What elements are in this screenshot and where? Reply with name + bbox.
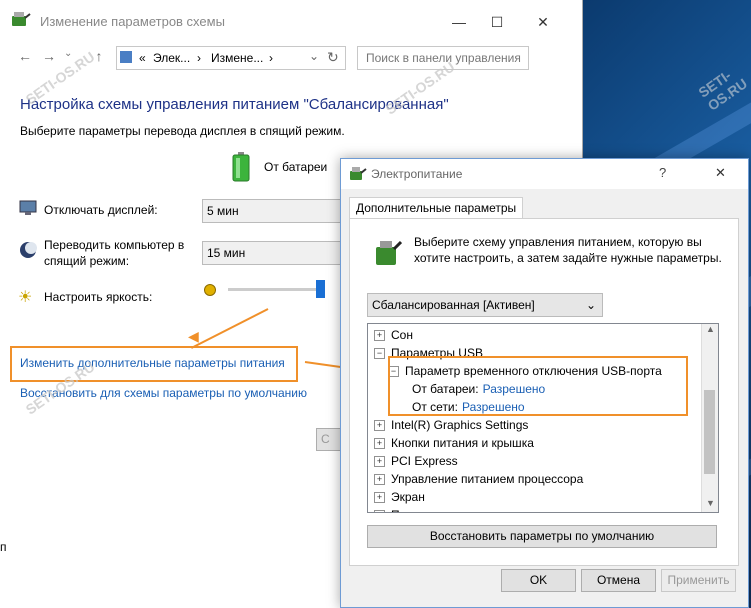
breadcrumb-prefix: « — [139, 51, 146, 65]
tree-item-label: Intel(R) Graphics Settings — [391, 418, 529, 432]
expand-icon[interactable]: + — [374, 474, 385, 486]
dialog-title: Электропитание — [371, 167, 463, 181]
tree-item[interactable]: + Кнопки питания и крышка — [374, 434, 534, 452]
settings-tree[interactable]: + Сон − Параметры USB − Параметр временного о… — [367, 323, 719, 513]
breadcrumb-item-power[interactable]: Элек... — [153, 51, 190, 65]
power-options-dialog: Электропитание ? ✕ Дополнительные параме… — [340, 158, 749, 608]
tree-item-label: Управление питанием процессора — [391, 472, 584, 486]
dialog-close-button[interactable]: ✕ — [715, 165, 726, 181]
address-dropdown-icon[interactable]: ⌄ — [309, 49, 319, 63]
address-bar[interactable]: « Элек... › Измене... › ⌄ ↻ — [116, 46, 346, 70]
cancel-button[interactable]: Отмена — [581, 569, 656, 592]
scroll-down-icon[interactable]: ▼ — [706, 498, 715, 508]
instruction-line-1: Выберите схему управления питанием, кото… — [414, 235, 702, 249]
sleep-label-line1: Переводить компьютер в — [44, 238, 185, 252]
scheme-select-value: Сбалансированная [Активен] — [372, 298, 535, 312]
power-scheme-icon — [372, 237, 403, 272]
maximize-button[interactable]: ☐ — [474, 7, 520, 37]
advanced-settings-link[interactable]: Изменить дополнительные параметры питани… — [20, 356, 285, 370]
tree-item-label: PCI Express — [391, 454, 458, 468]
expand-icon[interactable]: + — [374, 420, 385, 432]
scroll-thumb[interactable] — [704, 390, 715, 474]
ok-button[interactable]: OK — [501, 569, 576, 592]
display-off-label: Отключать дисплей: — [44, 203, 158, 217]
tree-item[interactable]: + Управление питанием процессора — [374, 470, 583, 488]
breadcrumb-separator-2: › — [269, 51, 273, 65]
tab-panel: Выберите схему управления питанием, кото… — [349, 218, 739, 566]
breadcrumb-separator: › — [197, 51, 201, 65]
tree-scrollbar[interactable]: ▲ ▼ — [701, 324, 718, 512]
scheme-select[interactable]: Сбалансированная [Активен] ⌄ — [367, 293, 603, 317]
expand-icon[interactable]: + — [374, 456, 385, 468]
brightness-icon: ☀ — [18, 289, 33, 306]
instruction-line-2: хотите настроить, а затем задайте нужные… — [414, 251, 722, 265]
close-button[interactable]: ✕ — [520, 7, 566, 37]
tab-advanced-settings[interactable]: Дополнительные параметры — [349, 197, 524, 218]
tree-item-label: Сон — [391, 328, 413, 342]
usb-highlight-frame — [388, 356, 688, 416]
back-arrow-icon[interactable]: ← — [16, 48, 34, 64]
tree-item[interactable]: + Параметры мультимедиа — [374, 506, 532, 512]
tree-item-label: Экран — [391, 490, 425, 504]
partial-left-text: п — [0, 540, 7, 554]
control-panel-icon — [120, 51, 132, 63]
restore-defaults-button[interactable]: Восстановить параметры по умолчанию — [367, 525, 717, 548]
battery-column-header: От батареи — [264, 160, 328, 174]
tree-item[interactable]: + Экран — [374, 488, 425, 506]
page-subheading: Выберите параметры перевода дисплея в сп… — [20, 124, 345, 138]
sleep-select[interactable]: 15 мин — [202, 241, 344, 265]
forward-arrow-icon[interactable]: → — [40, 48, 58, 64]
apply-button[interactable]: Применить — [661, 569, 736, 592]
help-button[interactable]: ? — [659, 165, 666, 180]
arrow-annotation-1 — [190, 308, 269, 349]
power-plan-icon — [10, 10, 32, 33]
brightness-slider-track[interactable] — [228, 288, 324, 291]
expand-icon[interactable]: + — [374, 438, 385, 450]
sleep-label-line2: спящий режим: — [44, 254, 130, 268]
scroll-up-icon[interactable]: ▲ — [706, 324, 715, 334]
tree-item[interactable]: + PCI Express — [374, 452, 458, 470]
expand-icon[interactable]: + — [374, 510, 385, 512]
tree-item[interactable]: + Intel(R) Graphics Settings — [374, 416, 528, 434]
title-bar: Изменение параметров схемы — ☐ ✕ — [0, 0, 582, 44]
battery-icon — [232, 152, 250, 185]
sleep-icon — [19, 241, 37, 262]
recent-dropdown-icon[interactable]: ⌄ — [64, 48, 72, 59]
brightness-low-icon — [204, 284, 216, 296]
arrow-head-1: ◀ — [188, 328, 199, 344]
window-title: Изменение параметров схемы — [40, 14, 225, 29]
brightness-slider-thumb[interactable] — [316, 280, 325, 298]
brightness-label: Настроить яркость: — [44, 290, 153, 304]
collapse-icon[interactable]: − — [374, 348, 385, 360]
chevron-down-icon: ⌄ — [585, 298, 596, 312]
expand-icon[interactable]: + — [374, 492, 385, 504]
breadcrumb-item-edit[interactable]: Измене... — [211, 51, 263, 65]
display-icon — [19, 200, 37, 219]
power-options-icon — [349, 166, 367, 185]
display-off-select[interactable]: 5 мин — [202, 199, 344, 223]
tree-item-label: Кнопки питания и крышка — [391, 436, 534, 450]
refresh-icon[interactable]: ↻ — [327, 49, 339, 66]
tree-item-label: Параметры мультимедиа — [391, 508, 532, 512]
tree-item[interactable]: + Сон — [374, 326, 413, 344]
dialog-title-bar: Электропитание ? ✕ — [341, 159, 748, 189]
expand-icon[interactable]: + — [374, 330, 385, 342]
